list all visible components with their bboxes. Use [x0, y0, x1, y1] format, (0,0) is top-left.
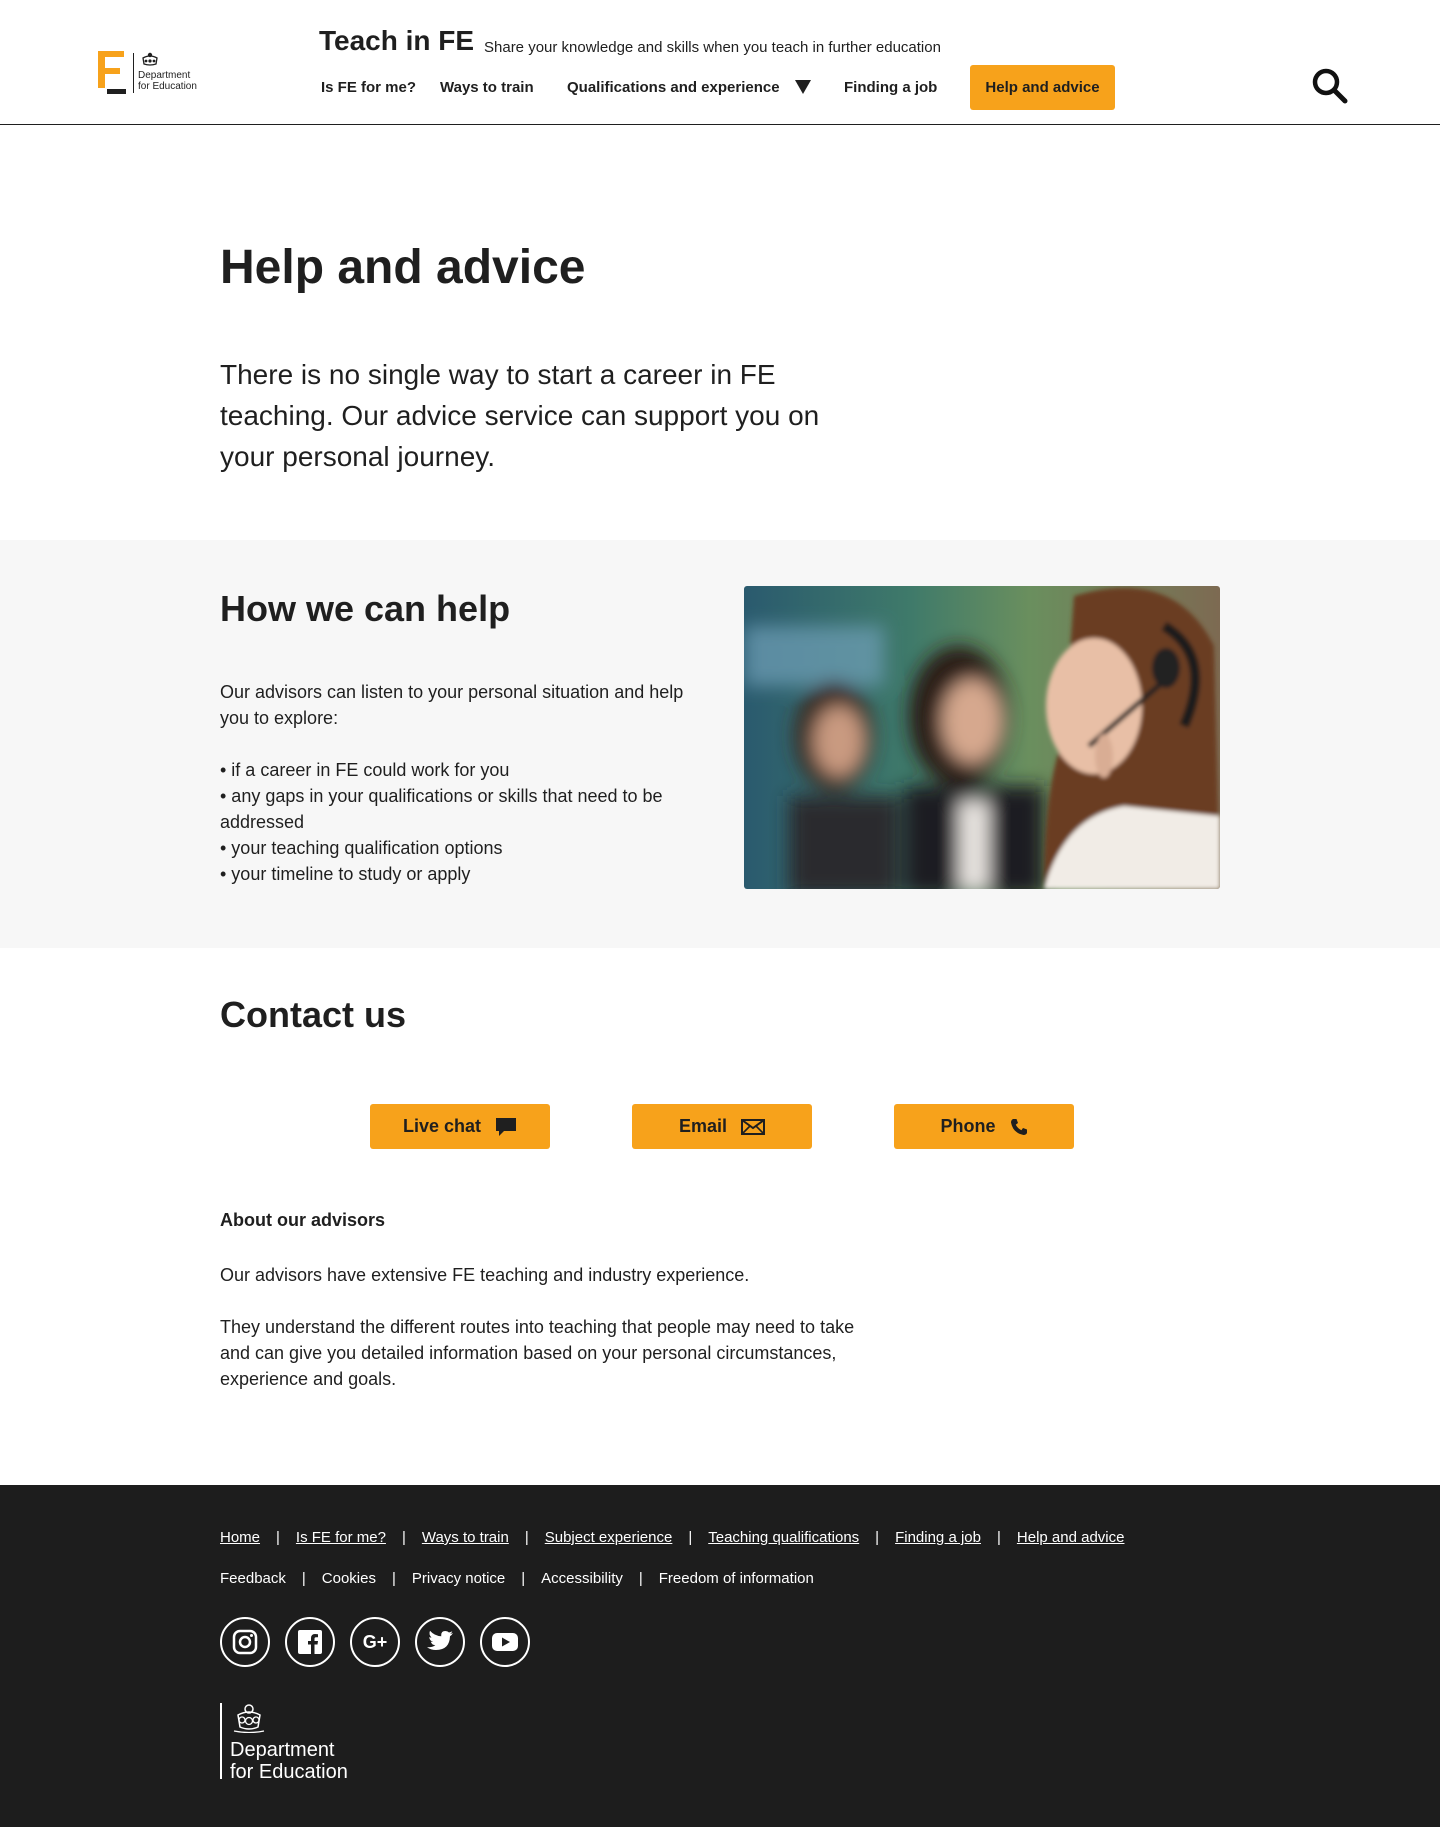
site-tagline: Share your knowledge and skills when you… [484, 39, 941, 56]
footer-logo-text: Department for Education [230, 1739, 348, 1783]
footer-link-help-and-advice[interactable]: Help and advice [1017, 1529, 1125, 1546]
page-title: Help and advice [220, 241, 586, 294]
chat-bubble-icon [496, 1117, 517, 1136]
live-chat-button[interactable]: Live chat [370, 1104, 550, 1149]
footer-secondary-links: Feedback | Cookies | Privacy notice | Ac… [220, 1570, 814, 1587]
list-item: • any gaps in your qualifications or ski… [220, 786, 663, 832]
email-label: Email [678, 1116, 728, 1136]
search-icon[interactable] [1310, 66, 1350, 106]
dfe-footer-logo[interactable]: Department for Education [220, 1703, 370, 1783]
fe-logo-mark [98, 51, 128, 95]
nav-item-help-and-advice[interactable]: Help and advice [970, 65, 1115, 110]
help-topics-list: • if a career in FE could work for you •… [220, 757, 710, 887]
footer-primary-links: Home | Is FE for me? | Ways to train | S… [220, 1529, 1124, 1546]
how-we-can-help-section [0, 540, 1440, 948]
advisors-photo [744, 586, 1220, 889]
footer-link-home[interactable]: Home [220, 1529, 260, 1546]
footer-link-ways-to-train[interactable]: Ways to train [422, 1529, 509, 1546]
about-advisors-heading: About our advisors [220, 1210, 386, 1230]
email-button[interactable]: Email [632, 1104, 812, 1149]
footer-link-freedom-of-information[interactable]: Freedom of information [659, 1570, 814, 1587]
footer-link-cookies[interactable]: Cookies [322, 1570, 376, 1587]
contact-us-heading: Contact us [220, 994, 407, 1035]
envelope-icon [741, 1118, 766, 1135]
about-advisors-text: Our advisors have extensive FE teaching … [220, 1265, 750, 1285]
footer-link-feedback[interactable]: Feedback [220, 1570, 286, 1587]
logo-text: Department for Education [138, 70, 197, 92]
phone-label: Phone [940, 1116, 996, 1136]
list-item: • your teaching qualification options [220, 838, 503, 858]
footer-separator: | [996, 1529, 1001, 1546]
footer-separator: | [391, 1570, 396, 1587]
instagram-icon[interactable] [220, 1617, 270, 1667]
site-header: Department for Education Teach in FE Sha… [0, 0, 1440, 125]
facebook-icon[interactable] [285, 1617, 335, 1667]
list-item: • if a career in FE could work for you [220, 760, 510, 780]
phone-button[interactable]: Phone [894, 1104, 1074, 1149]
how-we-can-help-heading: How we can help [220, 588, 511, 629]
nav-item-finding-a-job[interactable]: Finding a job [844, 79, 937, 96]
list-item: • your timeline to study or apply [220, 864, 471, 884]
site-title[interactable]: Teach in FE [319, 25, 474, 57]
footer-link-teaching-qualifications[interactable]: Teaching qualifications [708, 1529, 859, 1546]
nav-item-ways-to-train[interactable]: Ways to train [440, 79, 534, 96]
dfe-fe-logo[interactable]: Department for Education [98, 51, 208, 95]
twitter-icon[interactable] [415, 1617, 465, 1667]
live-chat-label: Live chat [402, 1116, 482, 1136]
about-advisors-text-2: They understand the different routes int… [220, 1317, 855, 1389]
logo-rule [220, 1703, 222, 1779]
footer-separator: | [401, 1529, 406, 1546]
nav-item-is-fe-for-me[interactable]: Is FE for me? [321, 79, 416, 96]
footer-separator: | [276, 1529, 280, 1546]
phone-icon [1010, 1118, 1027, 1135]
nav-item-qualifications[interactable]: Qualifications and experience [567, 79, 780, 96]
footer-link-accessibility[interactable]: Accessibility [541, 1570, 623, 1587]
footer-separator: | [301, 1570, 306, 1587]
footer-link-privacy-notice[interactable]: Privacy notice [412, 1570, 505, 1587]
footer-link-finding-a-job[interactable]: Finding a job [895, 1529, 981, 1546]
royal-crest-icon [142, 52, 158, 66]
google-plus-icon[interactable]: G+ [350, 1617, 400, 1667]
footer-link-subject-experience[interactable]: Subject experience [545, 1529, 673, 1546]
footer-separator: | [688, 1529, 693, 1546]
footer-separator: | [638, 1570, 643, 1587]
logo-divider [133, 53, 134, 93]
triangle-down-icon[interactable] [794, 79, 812, 95]
page-lead: There is no single way to start a career… [220, 359, 820, 472]
footer-separator: | [875, 1529, 880, 1546]
footer-separator: | [524, 1529, 529, 1546]
how-we-can-help-intro: Our advisors can listen to your personal… [220, 682, 684, 728]
youtube-icon[interactable] [480, 1617, 530, 1667]
footer-separator: | [521, 1570, 526, 1587]
social-links: G+ [220, 1617, 530, 1667]
footer-link-is-fe-for-me[interactable]: Is FE for me? [296, 1529, 386, 1546]
royal-crest-icon [233, 1704, 265, 1733]
